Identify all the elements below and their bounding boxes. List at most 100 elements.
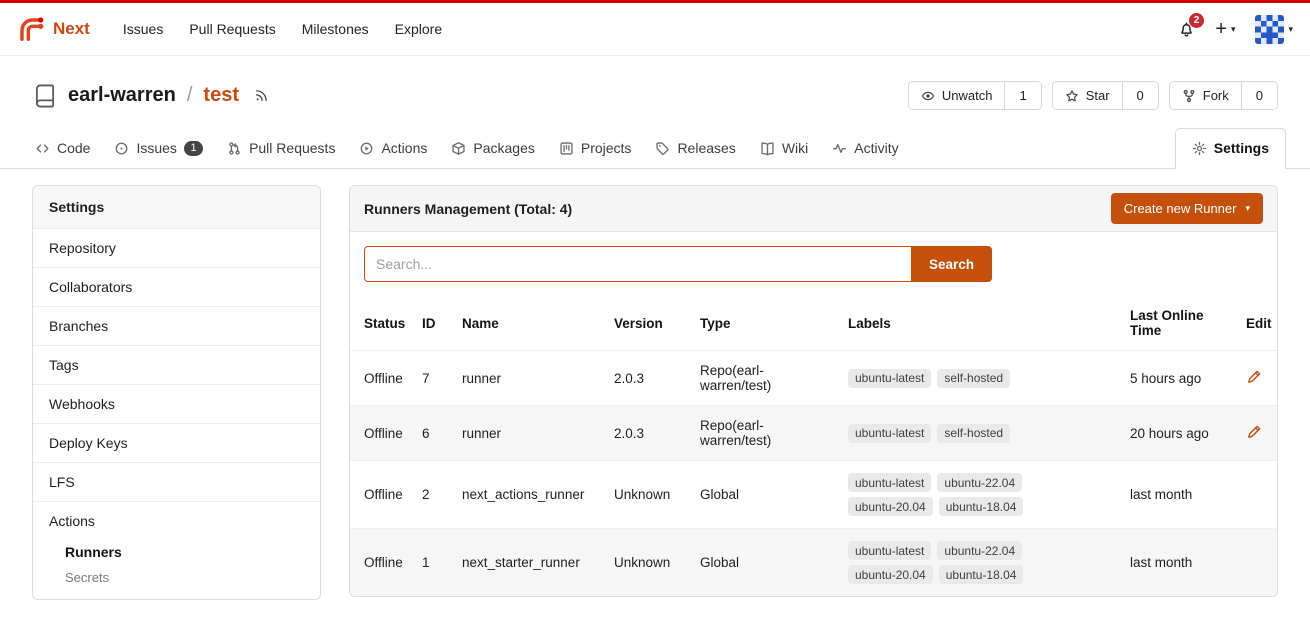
runner-version: Unknown: [606, 529, 692, 597]
star-button[interactable]: Star: [1053, 82, 1122, 109]
tab-issues[interactable]: Issues 1: [103, 129, 214, 168]
rss-feed-button[interactable]: [254, 88, 269, 103]
tab-label: Settings: [1214, 140, 1269, 156]
sidebar-item-runners[interactable]: Runners: [33, 540, 320, 566]
nav-pull-requests[interactable]: Pull Requests: [176, 13, 288, 45]
forgejo-logo: [17, 15, 46, 44]
runner-edit-cell: [1238, 529, 1278, 597]
navbar-right: 2 + ▾: [1178, 15, 1293, 44]
tab-releases[interactable]: Releases: [644, 129, 746, 168]
issue-icon: [114, 141, 129, 156]
runner-status: Offline: [350, 529, 414, 597]
pencil-icon: [1246, 369, 1262, 385]
eye-icon: [921, 89, 935, 103]
nav-issues[interactable]: Issues: [110, 13, 176, 45]
tab-settings[interactable]: Settings: [1175, 128, 1286, 169]
runner-name: next_starter_runner: [454, 529, 606, 597]
search-button[interactable]: Search: [911, 246, 992, 282]
repo-path-separator: /: [187, 84, 193, 107]
package-icon: [451, 141, 466, 156]
runner-type: Global: [692, 529, 840, 597]
tab-label: Issues: [136, 140, 176, 156]
unwatch-button[interactable]: Unwatch: [909, 82, 1005, 109]
fork-icon: [1182, 89, 1196, 103]
runner-labels: ubuntu-latest ubuntu-22.04 ubuntu-20.04 …: [840, 529, 1122, 597]
tab-wiki[interactable]: Wiki: [749, 129, 819, 168]
col-status: Status: [350, 296, 414, 351]
unwatch-label: Unwatch: [942, 88, 993, 103]
runner-edit-cell: [1238, 461, 1278, 529]
notification-count-badge: 2: [1189, 13, 1205, 28]
runner-last-online: last month: [1122, 461, 1238, 529]
plus-icon: +: [1215, 21, 1227, 37]
sidebar-item-actions[interactable]: Actions: [33, 501, 320, 540]
runners-table: Status ID Name Version Type Labels Last …: [350, 296, 1278, 596]
repo-owner-link[interactable]: earl-warren: [68, 84, 176, 107]
notifications-button[interactable]: 2: [1178, 21, 1195, 38]
runner-id: 6: [414, 406, 454, 461]
runner-row: Offline 2 next_actions_runner Unknown Gl…: [350, 461, 1278, 529]
fork-label: Fork: [1203, 88, 1229, 103]
label-badge: ubuntu-latest: [848, 424, 931, 443]
watch-button-group: Unwatch 1: [908, 81, 1042, 110]
runner-labels: ubuntu-latest ubuntu-22.04 ubuntu-20.04 …: [840, 461, 1122, 529]
sidebar-item-tags[interactable]: Tags: [33, 345, 320, 384]
stars-count[interactable]: 0: [1122, 82, 1158, 109]
home-link[interactable]: Next: [17, 15, 90, 44]
pencil-icon: [1246, 424, 1262, 440]
sidebar-item-lfs[interactable]: LFS: [33, 462, 320, 501]
tab-label: Wiki: [782, 140, 808, 156]
search-input[interactable]: [364, 246, 911, 282]
book-icon: [760, 141, 775, 156]
sidebar-item-repository[interactable]: Repository: [33, 228, 320, 267]
forks-count[interactable]: 0: [1241, 82, 1277, 109]
brand-name: Next: [53, 19, 90, 39]
sidebar-item-secrets[interactable]: Secrets: [33, 566, 320, 589]
runner-last-online: last month: [1122, 529, 1238, 597]
settings-content: Settings Repository Collaborators Branch…: [0, 169, 1310, 616]
repo-title: earl-warren / test: [32, 83, 269, 109]
watchers-count[interactable]: 1: [1004, 82, 1040, 109]
runner-status: Offline: [350, 461, 414, 529]
edit-runner-button[interactable]: [1246, 424, 1262, 440]
tab-pull-requests[interactable]: Pull Requests: [216, 129, 346, 168]
col-edit: Edit: [1238, 296, 1278, 351]
tab-label: Releases: [677, 140, 735, 156]
tab-projects[interactable]: Projects: [548, 129, 643, 168]
create-new-runner-button[interactable]: Create new Runner ▾: [1111, 193, 1263, 224]
nav-milestones[interactable]: Milestones: [289, 13, 382, 45]
chevron-down-icon: ▾: [1245, 204, 1250, 213]
sidebar-item-deploy-keys[interactable]: Deploy Keys: [33, 423, 320, 462]
runner-labels: ubuntu-latest self-hosted: [840, 406, 1122, 461]
sidebar-item-collaborators[interactable]: Collaborators: [33, 267, 320, 306]
runners-panel-header: Runners Management (Total: 4) Create new…: [350, 186, 1277, 232]
tab-actions[interactable]: Actions: [348, 129, 438, 168]
edit-runner-button[interactable]: [1246, 369, 1262, 385]
sidebar-item-webhooks[interactable]: Webhooks: [33, 384, 320, 423]
label-badge: ubuntu-20.04: [848, 565, 933, 584]
runner-version: 2.0.3: [606, 406, 692, 461]
sidebar-actions-submenu: Runners Secrets: [33, 540, 320, 599]
runner-type: Repo(earl-warren/test): [692, 406, 840, 461]
tab-activity[interactable]: Activity: [821, 129, 909, 168]
create-new-menu-button[interactable]: + ▾: [1215, 21, 1235, 37]
tab-label: Projects: [581, 140, 632, 156]
settings-sidebar: Settings Repository Collaborators Branch…: [32, 185, 321, 600]
repo-name-link[interactable]: test: [203, 84, 239, 107]
runner-type: Global: [692, 461, 840, 529]
runner-row: Offline 7 runner 2.0.3 Repo(earl-warren/…: [350, 351, 1278, 406]
top-navbar: Next Issues Pull Requests Milestones Exp…: [0, 3, 1310, 56]
tab-packages[interactable]: Packages: [440, 129, 545, 168]
user-menu-button[interactable]: ▾: [1255, 15, 1293, 44]
sidebar-item-branches[interactable]: Branches: [33, 306, 320, 345]
issues-count-badge: 1: [184, 141, 203, 156]
fork-button[interactable]: Fork: [1170, 82, 1241, 109]
nav-explore[interactable]: Explore: [382, 13, 455, 45]
col-type: Type: [692, 296, 840, 351]
repo-header: earl-warren / test Unwatch 1: [0, 56, 1310, 110]
tab-code[interactable]: Code: [24, 129, 101, 168]
col-name: Name: [454, 296, 606, 351]
runner-last-online: 5 hours ago: [1122, 351, 1238, 406]
main-nav: Issues Pull Requests Milestones Explore: [110, 13, 455, 45]
label-badge: ubuntu-latest: [848, 473, 931, 492]
